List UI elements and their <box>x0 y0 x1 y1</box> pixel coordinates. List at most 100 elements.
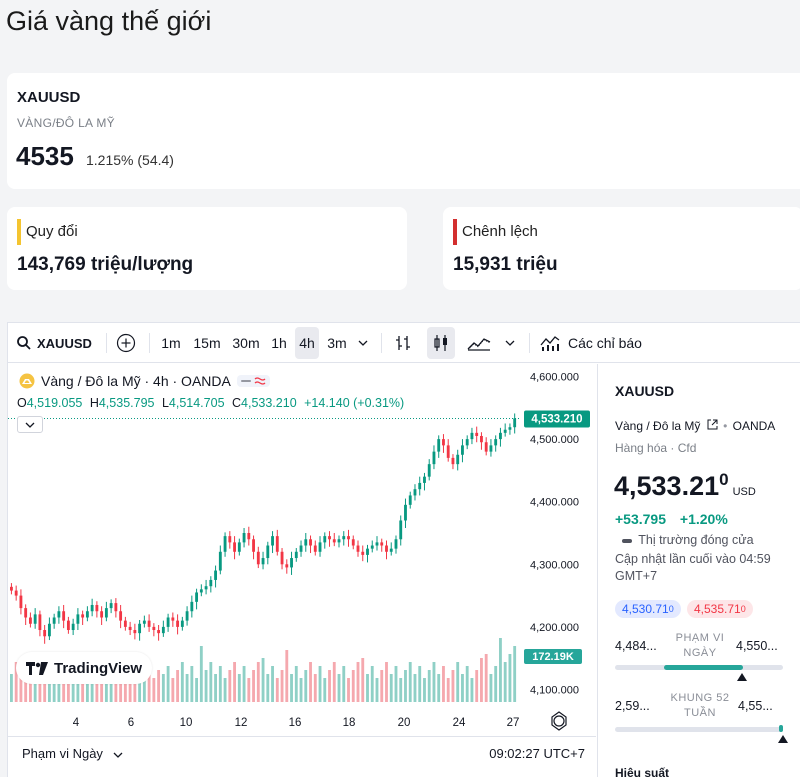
volume-bar <box>380 670 384 702</box>
volume-bar <box>237 674 241 702</box>
chart-style-dropdown[interactable] <box>502 323 518 363</box>
details-symbol: XAUUSD <box>615 383 675 399</box>
legend-collapse-button[interactable] <box>17 416 43 433</box>
chart-clock[interactable]: 09:02:27 UTC+7 <box>489 746 585 761</box>
volume-bar <box>375 678 379 702</box>
volume-bar <box>437 674 441 702</box>
volume-bar <box>508 654 512 702</box>
volume-bar <box>256 662 260 702</box>
volume-bar <box>180 662 184 702</box>
x-tick-label: 24 <box>453 717 466 729</box>
x-tick-label: 18 <box>343 717 356 729</box>
candle-body <box>166 617 170 627</box>
details-price-main: 4,533.21 <box>614 471 720 501</box>
candle-body <box>266 545 270 559</box>
candle-body <box>228 536 232 543</box>
wave-icon <box>254 377 266 385</box>
interval-15m[interactable]: 15m <box>191 323 223 363</box>
spread-value: 15,931 triệu <box>453 254 558 275</box>
candle-body <box>475 432 479 436</box>
conversion-label: Quy đổi <box>26 223 78 240</box>
volume-bar <box>503 662 507 702</box>
volume-bar <box>304 670 308 702</box>
volume-bar <box>470 678 474 702</box>
add-symbol-button[interactable] <box>115 323 137 363</box>
chevron-down-icon <box>25 422 35 428</box>
candle-body <box>43 630 47 637</box>
spread-card: Chênh lệch 15,931 triệu <box>443 207 800 290</box>
area-style-button[interactable] <box>466 323 492 363</box>
candle-body <box>237 542 241 552</box>
indicators-button[interactable]: Các chỉ báo <box>540 323 642 363</box>
ask-value: 4,535.71 <box>694 602 741 616</box>
volume-bar <box>427 670 431 702</box>
candle-body <box>513 418 517 428</box>
volume-bar <box>337 674 341 702</box>
volume-bar <box>494 666 498 702</box>
details-change: +53.795 +1.20% <box>615 511 728 527</box>
symbol-search[interactable]: XAUUSD <box>16 323 92 363</box>
chart-area[interactable]: 4,600.000 4,500.000 4,400.000 4,300.000 4,20… <box>8 364 596 736</box>
chevron-down-icon <box>505 340 515 346</box>
volume-bar <box>166 666 170 702</box>
volume-bar <box>261 658 265 702</box>
spread-label: Chênh lệch <box>462 223 538 240</box>
interval-1m[interactable]: 1m <box>158 323 184 363</box>
volume-bar <box>294 666 298 702</box>
bar-style-button[interactable] <box>391 323 415 363</box>
x-tick-label: 12 <box>235 717 248 729</box>
chart-legend: Vàng / Đô la Mỹ · 4h · OANDA <box>19 373 270 389</box>
range-select[interactable]: Phạm vi Ngày <box>22 746 123 761</box>
market-status-text: Thị trường đóng cửa <box>638 533 754 547</box>
change-value: +14.140 (+0.31%) <box>304 396 405 410</box>
legend-toggle[interactable] <box>236 375 270 387</box>
interval-1h[interactable]: 1h <box>268 323 290 363</box>
interval-dropdown[interactable] <box>355 323 371 363</box>
candle-body <box>461 445 464 455</box>
volume-bar <box>280 670 284 702</box>
indicators-label: Các chỉ báo <box>568 335 642 351</box>
details-currency: USD <box>732 486 756 498</box>
conversion-value: 143,769 triệu/lượng <box>17 254 194 275</box>
volume-bar <box>351 670 355 702</box>
volume-bar <box>418 666 422 702</box>
candle-body <box>356 545 360 552</box>
candle-body <box>214 570 217 580</box>
interval-30m[interactable]: 30m <box>230 323 262 363</box>
y-tick-label: 4,300.000 <box>530 559 579 571</box>
tradingview-logo[interactable]: TradingView <box>16 652 152 684</box>
volume-bar <box>152 678 156 702</box>
volume-bar <box>171 678 175 702</box>
volume-bar <box>214 674 217 702</box>
volume-bar <box>195 678 199 702</box>
volume-bar <box>242 666 246 702</box>
indicators-icon <box>540 336 560 351</box>
interval-4h[interactable]: 4h <box>295 327 319 359</box>
low-value: 4,514.705 <box>168 396 225 410</box>
details-category: Hàng hóa · Cfd <box>615 441 697 455</box>
interval-3m[interactable]: 3m <box>324 323 350 363</box>
volume-bar <box>394 666 398 702</box>
x-tick-label: 16 <box>289 717 302 729</box>
range-select-label: Phạm vi Ngày <box>22 746 103 761</box>
bid-sup: 0 <box>668 604 674 614</box>
week52-range-high: 4,55... <box>738 699 773 713</box>
y-tick-label: 4,400.000 <box>530 497 579 509</box>
week52-range-label: KHUNG 52 TUẦN <box>670 692 730 719</box>
candle-body <box>90 604 94 612</box>
candle-body <box>218 551 222 571</box>
last-updated: Cập nhật lần cuối vào 04:59 GMT+7 <box>615 552 771 583</box>
volume-bar <box>299 678 303 702</box>
ask-sup: 0 <box>740 604 746 614</box>
candle-body <box>76 614 80 624</box>
bid-price: 4,530.71 0 <box>615 600 681 618</box>
candle-style-button[interactable] <box>427 327 455 359</box>
candle-body <box>470 432 474 440</box>
week52-range-track <box>615 725 783 732</box>
candles-icon <box>434 335 447 351</box>
volume-bar <box>228 670 232 702</box>
candle-body <box>385 545 388 552</box>
external-link-icon[interactable] <box>707 419 718 430</box>
chart-widget: XAUUSD 1m 15m 30m 1h 4h 3m Các chỉ báo 4… <box>7 322 800 777</box>
candle-body <box>347 536 350 540</box>
